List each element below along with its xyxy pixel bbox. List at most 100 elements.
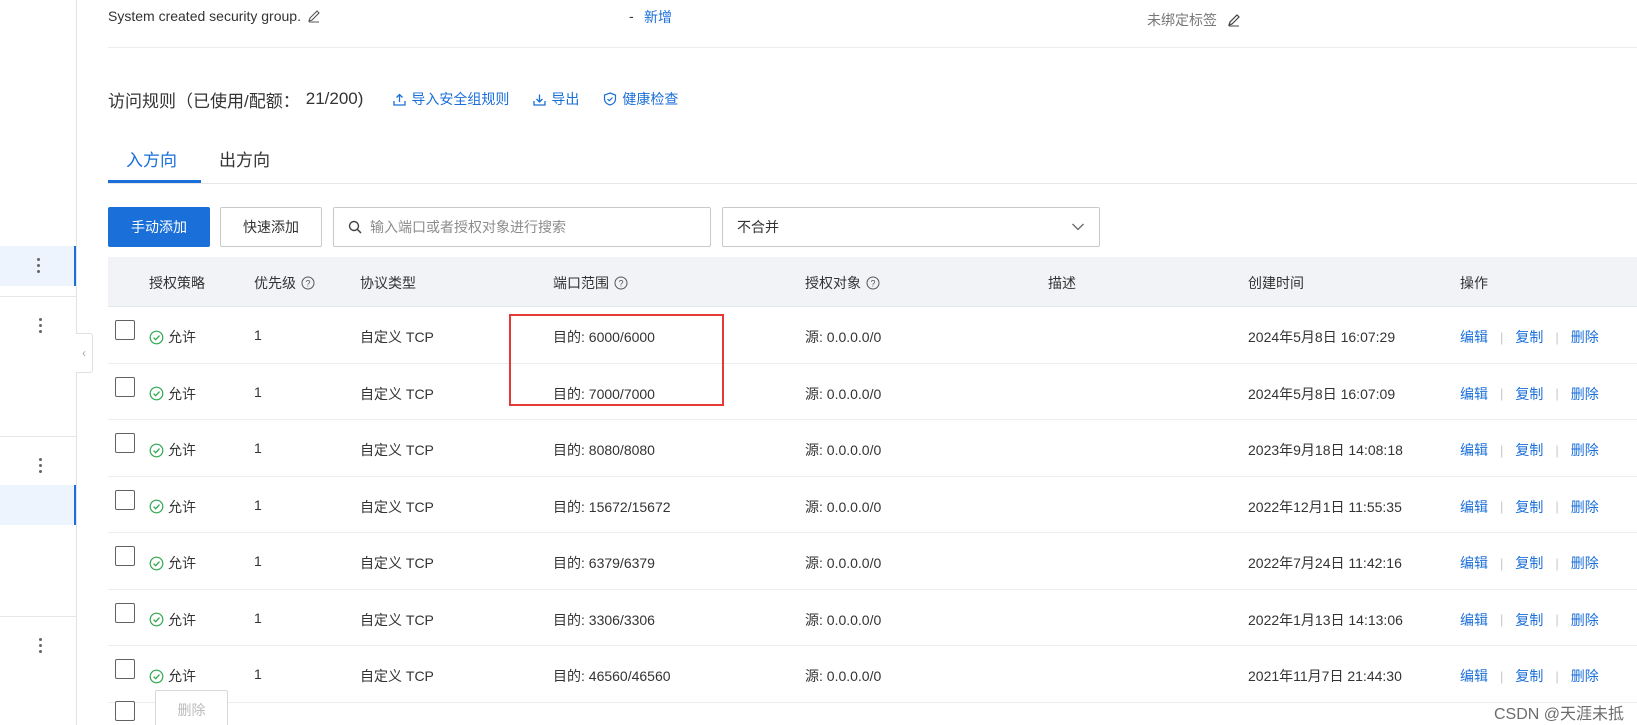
import-rules-link[interactable]: 导入安全组规则 [393, 89, 509, 109]
delete-link[interactable]: 删除 [1571, 610, 1599, 630]
action-divider: | [1500, 386, 1504, 401]
rail-item-3[interactable] [0, 446, 76, 486]
more-icon[interactable] [37, 258, 41, 276]
policy-text: 允许 [168, 668, 196, 684]
edit-link[interactable]: 编辑 [1460, 610, 1488, 630]
download-icon [533, 94, 547, 106]
action-divider: | [1555, 442, 1559, 458]
action-divider: | [1555, 612, 1559, 627]
copy-link[interactable]: 复制 [1515, 440, 1543, 460]
rail-item-2[interactable] [0, 306, 76, 346]
check-circle-icon [149, 386, 164, 401]
edit-link[interactable]: 编辑 [1460, 440, 1488, 460]
row-checkbox[interactable] [115, 546, 135, 566]
more-icon[interactable] [39, 318, 43, 336]
policy-cell: 允许 [149, 497, 196, 517]
source-cell: 源: 0.0.0.0/0 [805, 329, 882, 345]
svg-text:?: ? [305, 279, 310, 289]
port-range-cell: 目的: 15672/15672 [553, 498, 671, 515]
check-circle-icon [149, 556, 164, 570]
copy-link[interactable]: 复制 [1515, 610, 1543, 630]
protocol-cell: 自定义 TCP [360, 555, 434, 571]
more-icon[interactable] [39, 458, 43, 476]
delete-link[interactable]: 删除 [1571, 553, 1599, 573]
edit-link[interactable]: 编辑 [1460, 553, 1488, 573]
check-circle-icon [149, 669, 164, 683]
action-divider: | [1500, 555, 1504, 571]
copy-link[interactable]: 复制 [1515, 327, 1543, 347]
copy-link[interactable]: 复制 [1515, 553, 1543, 573]
rail-item-5[interactable] [0, 626, 76, 666]
tab-outbound[interactable]: 出方向 [219, 146, 270, 171]
health-check-link[interactable]: 健康检查 [603, 89, 678, 109]
row-checkbox[interactable] [115, 602, 135, 623]
row-checkbox[interactable] [115, 433, 135, 453]
row-checkbox[interactable] [115, 320, 135, 340]
protocol-cell: 自定义 TCP [360, 385, 434, 402]
created-time-cell: 2022年12月1日 11:55:35 [1248, 498, 1402, 515]
priority-cell: 1 [254, 496, 262, 513]
source-cell: 源: 0.0.0.0/0 [805, 611, 882, 628]
search-input[interactable] [370, 219, 690, 235]
more-icon[interactable] [39, 638, 43, 656]
merge-select[interactable]: 不合并 [722, 207, 1100, 247]
edit-tag-icon[interactable] [1227, 13, 1241, 27]
batch-delete-button[interactable]: 删除 [155, 690, 228, 725]
policy-text: 允许 [168, 329, 196, 345]
edit-link[interactable]: 编辑 [1460, 327, 1488, 347]
table-row: 允许 1 自定义 TCP 目的: 6000/6000 源: 0.0.0.0/0 … [108, 307, 1637, 364]
edit-link[interactable]: 编辑 [1460, 666, 1488, 686]
help-icon[interactable]: ? [866, 276, 880, 290]
collapse-handle[interactable]: ‹ [76, 333, 93, 373]
quick-add-button[interactable]: 快速添加 [220, 207, 322, 247]
action-divider: | [1500, 442, 1504, 458]
merge-select-value: 不合并 [737, 219, 779, 235]
protocol-cell: 自定义 TCP [360, 442, 434, 458]
actions-cell: 编辑 | 复制 | 删除 [1460, 327, 1599, 347]
delete-link[interactable]: 删除 [1571, 440, 1599, 460]
rules-table: 授权策略 优先级 ? 协议类型 端口范围 ? 授权对象 ? 描述 创建时间 操作… [108, 257, 1637, 703]
direction-tabs: 入方向 出方向 [108, 140, 1637, 184]
tab-indicator [108, 180, 201, 183]
tag-label: 未绑定标签 [1147, 12, 1217, 28]
priority-cell: 1 [254, 327, 262, 343]
actions-cell: 编辑 | 复制 | 删除 [1460, 497, 1599, 517]
created-time-cell: 2022年7月24日 11:42:16 [1248, 555, 1402, 571]
row-checkbox[interactable] [115, 376, 135, 397]
chevron-left-icon: ‹ [82, 346, 86, 360]
select-all-checkbox[interactable] [115, 701, 135, 721]
col-protocol: 协议类型 [360, 275, 416, 291]
add-link[interactable]: 新增 [644, 7, 672, 27]
tab-inbound[interactable]: 入方向 [126, 146, 177, 171]
policy-text: 允许 [168, 385, 196, 402]
actions-cell: 编辑 | 复制 | 删除 [1460, 384, 1599, 404]
export-link[interactable]: 导出 [533, 89, 579, 109]
manual-add-button[interactable]: 手动添加 [108, 207, 210, 247]
edit-link[interactable]: 编辑 [1460, 384, 1488, 404]
table-row: 允许 1 自定义 TCP 目的: 46560/46560 源: 0.0.0.0/… [108, 646, 1637, 703]
table-row: 允许 1 自定义 TCP 目的: 15672/15672 源: 0.0.0.0/… [108, 477, 1637, 533]
port-range-cell: 目的: 8080/8080 [553, 442, 655, 458]
copy-link[interactable]: 复制 [1515, 666, 1543, 686]
rail-item-1[interactable] [0, 246, 76, 286]
row-checkbox[interactable] [115, 659, 135, 679]
edit-icon[interactable] [307, 9, 321, 23]
edit-link[interactable]: 编辑 [1460, 497, 1488, 517]
rail-item-4[interactable] [0, 485, 76, 525]
port-range-cell: 目的: 3306/3306 [553, 611, 655, 628]
action-divider: | [1555, 668, 1559, 684]
source-cell: 源: 0.0.0.0/0 [805, 668, 882, 684]
port-range-cell: 目的: 46560/46560 [553, 668, 671, 684]
row-checkbox[interactable] [115, 489, 135, 510]
search-box[interactable] [333, 207, 711, 247]
copy-link[interactable]: 复制 [1515, 384, 1543, 404]
protocol-cell: 自定义 TCP [360, 611, 434, 628]
delete-link[interactable]: 删除 [1571, 327, 1599, 347]
help-icon[interactable]: ? [614, 276, 628, 290]
action-divider: | [1500, 668, 1504, 684]
delete-link[interactable]: 删除 [1571, 666, 1599, 686]
delete-link[interactable]: 删除 [1571, 384, 1599, 404]
help-icon[interactable]: ? [301, 276, 315, 290]
delete-link[interactable]: 删除 [1571, 497, 1599, 517]
copy-link[interactable]: 复制 [1515, 497, 1543, 517]
